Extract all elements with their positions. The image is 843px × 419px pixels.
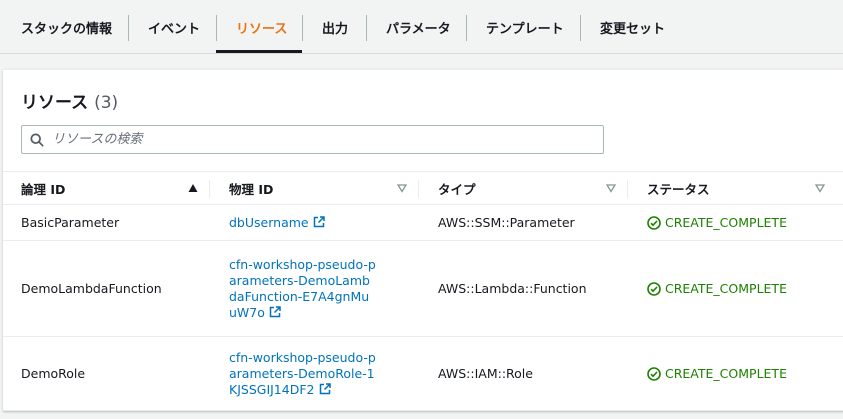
column-header-physical-id[interactable]: 物理 ID	[229, 172, 273, 204]
search-icon	[30, 133, 44, 147]
sort-ascending-icon[interactable]	[188, 183, 198, 193]
tab-events[interactable]: イベント	[148, 0, 200, 54]
table-row: DemoRole cfn-workshop-pseudo-parameters-…	[3, 337, 843, 411]
resource-count: (3)	[94, 93, 119, 113]
logical-id-cell: BasicParameter	[21, 215, 120, 230]
tab-template[interactable]: テンプレート	[486, 0, 564, 54]
panel-title: リソース (3)	[21, 88, 118, 113]
status-badge: CREATE_COMPLETE	[647, 241, 787, 336]
check-circle-icon	[647, 281, 661, 296]
status-badge: CREATE_COMPLETE	[647, 205, 787, 240]
tab-separator	[580, 15, 581, 41]
sort-down-icon[interactable]	[815, 183, 825, 193]
type-cell: AWS::IAM::Role	[438, 366, 533, 381]
panel-title-text: リソース	[21, 93, 89, 113]
type-cell: AWS::Lambda::Function	[438, 281, 587, 296]
type-cell: AWS::SSM::Parameter	[438, 215, 575, 230]
external-link-icon	[269, 305, 281, 317]
column-separator	[627, 180, 628, 198]
tab-change-sets[interactable]: 変更セット	[600, 0, 665, 54]
table-header: 論理 ID 物理 ID タイプ ステータス	[3, 171, 843, 205]
check-circle-icon	[647, 215, 661, 230]
table-row: BasicParameter dbUsername AWS::SSM::Para…	[3, 205, 843, 241]
tab-separator	[128, 15, 129, 41]
column-header-logical-id[interactable]: 論理 ID	[21, 172, 65, 204]
tab-separator	[216, 15, 217, 41]
column-header-status[interactable]: ステータス	[647, 172, 710, 204]
logical-id-cell: DemoLambdaFunction	[21, 281, 162, 296]
sort-down-icon[interactable]	[397, 183, 407, 193]
tab-bar: スタックの情報 イベント リソース 出力 パラメータ テンプレート 変更セット	[0, 0, 843, 54]
logical-id-cell: DemoRole	[21, 366, 86, 381]
active-tab-indicator	[216, 50, 302, 53]
column-separator	[418, 180, 419, 198]
check-circle-icon	[647, 366, 661, 381]
external-link-icon	[319, 382, 331, 394]
status-badge: CREATE_COMPLETE	[647, 337, 787, 410]
resources-panel: リソース (3) 論理 ID 物理 ID タイプ ステータス BasicP	[3, 69, 843, 411]
physical-id-link[interactable]: dbUsername	[229, 205, 377, 240]
physical-id-link[interactable]: cfn-workshop-pseudo-parameters-DemoLambd…	[229, 241, 377, 336]
column-header-type[interactable]: タイプ	[438, 172, 476, 204]
physical-id-link[interactable]: cfn-workshop-pseudo-parameters-DemoRole-…	[229, 337, 377, 410]
sort-down-icon[interactable]	[606, 183, 616, 193]
tab-separator	[302, 15, 303, 41]
external-link-icon	[313, 215, 325, 227]
tab-stack-info[interactable]: スタックの情報	[21, 0, 112, 54]
search-input[interactable]	[52, 126, 600, 153]
tab-separator	[466, 15, 467, 41]
tab-separator	[366, 15, 367, 41]
table-row: DemoLambdaFunction cfn-workshop-pseudo-p…	[3, 241, 843, 337]
search-box[interactable]	[21, 125, 604, 154]
column-separator	[209, 180, 210, 198]
tab-parameters[interactable]: パラメータ	[386, 0, 451, 54]
tab-outputs[interactable]: 出力	[322, 0, 348, 54]
tab-resources[interactable]: リソース	[236, 0, 287, 54]
